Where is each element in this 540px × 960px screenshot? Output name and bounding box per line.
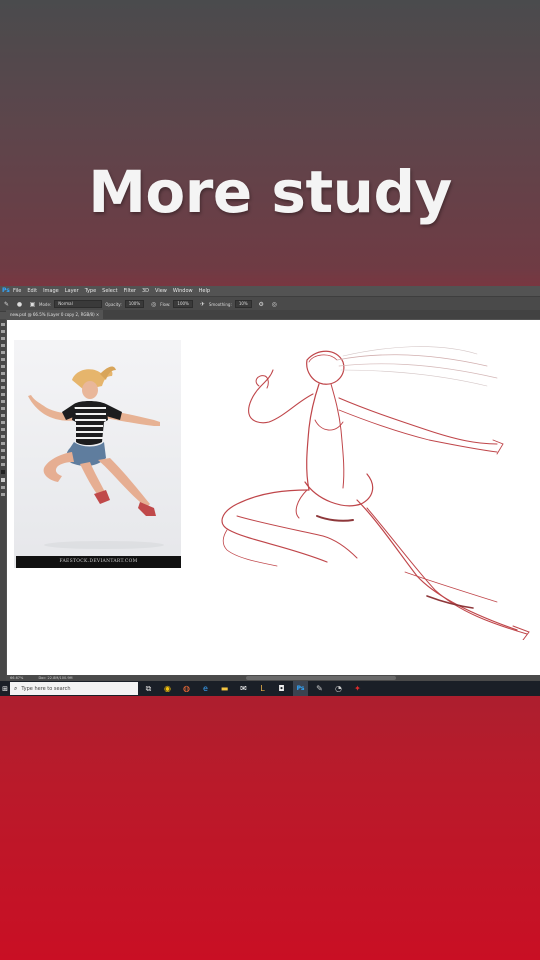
brush-preset-icon[interactable]: ● (16, 301, 23, 308)
edge-icon[interactable]: e (198, 681, 213, 696)
eyedropper-tool-icon[interactable] (1, 358, 5, 361)
menu-bar: Ps File Edit Image Layer Type Select Fil… (0, 286, 540, 296)
doc-size: Doc: 22.8M/100.9M (38, 676, 73, 680)
dodge-tool-icon[interactable] (1, 414, 5, 417)
photoshop-taskbar-icon[interactable]: Ps (293, 680, 308, 696)
opacity-label: Opacity: (105, 301, 122, 307)
hand-tool-icon[interactable] (1, 449, 5, 452)
mail-icon[interactable]: ✉ (236, 681, 251, 696)
smoothing-label: Smoothing: (208, 301, 232, 307)
background-color-swatch[interactable] (1, 478, 5, 482)
menu-type[interactable]: Type (85, 288, 96, 294)
document-tab-row: new.psd @ 66.5% (Layer 0 copy 2, RGB/8) … (6, 310, 540, 319)
lasso-tool-icon[interactable] (1, 337, 5, 340)
gesture-sketch-drawing (221, 346, 530, 640)
pressure-size-icon[interactable]: ◎ (271, 301, 278, 308)
photoshop-logo-icon: Ps (2, 287, 10, 294)
healing-tool-icon[interactable] (1, 365, 5, 368)
document-canvas[interactable]: FAESTOCK.DEVIANTART.COM (7, 320, 540, 675)
taskbar-search-box[interactable]: ⌕ Type here to search (10, 682, 138, 695)
brush-panel-icon[interactable]: ▣ (29, 301, 36, 308)
menu-view[interactable]: View (155, 288, 167, 294)
smoothing-field[interactable]: 10% (234, 300, 252, 308)
mode-select[interactable]: Normal (54, 300, 103, 308)
quick-select-tool-icon[interactable] (1, 344, 5, 347)
clock-icon[interactable]: ◔ (331, 681, 346, 696)
move-tool-icon[interactable] (1, 323, 5, 326)
eraser-tool-icon[interactable] (1, 393, 5, 396)
flow-field[interactable]: 100% (173, 300, 193, 308)
caption-title: More study (88, 158, 452, 226)
quick-mask-icon[interactable] (1, 486, 5, 489)
windows-taskbar: ⊞ ⌕ Type here to search ⧉ ◉ ◍ e ▬ ✉ L ◘ … (0, 680, 540, 696)
zoom-tool-icon[interactable] (1, 456, 5, 459)
path-select-tool-icon[interactable] (1, 435, 5, 438)
zoom-level[interactable]: 66.67% (10, 676, 23, 680)
airbrush-icon[interactable]: ✈ (199, 301, 206, 308)
menu-help[interactable]: Help (199, 288, 210, 294)
marquee-tool-icon[interactable] (1, 330, 5, 333)
stamp-tool-icon[interactable] (1, 379, 5, 382)
menu-window[interactable]: Window (173, 288, 193, 294)
opacity-field[interactable]: 100% (124, 300, 145, 308)
horizontal-scrollbar[interactable] (246, 676, 396, 680)
blur-tool-icon[interactable] (1, 407, 5, 410)
menu-select[interactable]: Select (102, 288, 117, 294)
brush-tool-icon[interactable] (1, 372, 5, 375)
gradient-tool-icon[interactable] (1, 400, 5, 403)
reference-photo: FAESTOCK.DEVIANTART.COM (14, 340, 181, 568)
type-tool-icon[interactable] (1, 428, 5, 431)
jumping-woman-photo (28, 366, 164, 549)
tools-panel (0, 319, 6, 681)
windows-start-icon[interactable]: ⊞ (0, 681, 10, 696)
menu-layer[interactable]: Layer (65, 288, 79, 294)
foreground-color-swatch[interactable] (1, 470, 5, 474)
menu-file[interactable]: File (13, 288, 21, 294)
search-placeholder: Type here to search (21, 685, 71, 692)
search-icon: ⌕ (14, 684, 18, 692)
mode-label: Mode: (39, 301, 52, 307)
camera-icon[interactable]: ◘ (274, 681, 289, 696)
menu-edit[interactable]: Edit (27, 288, 37, 294)
gear-icon[interactable]: ⚙ (258, 301, 265, 308)
acrobat-icon[interactable]: ✦ (350, 681, 365, 696)
pressure-opacity-icon[interactable]: ◎ (150, 301, 157, 308)
brush-tool-icon[interactable]: ✎ (3, 301, 10, 308)
screen-mode-icon[interactable] (1, 493, 5, 496)
photoshop-window: Ps File Edit Image Layer Type Select Fil… (0, 286, 540, 696)
menu-image[interactable]: Image (43, 288, 59, 294)
pen-tool-icon[interactable] (1, 421, 5, 424)
firefox-icon[interactable]: ◍ (179, 681, 194, 696)
paint-icon[interactable]: ✎ (312, 681, 327, 696)
flow-label: Flow: (160, 301, 171, 307)
task-view-icon[interactable]: ⧉ (141, 681, 156, 696)
history-brush-tool-icon[interactable] (1, 386, 5, 389)
shape-tool-icon[interactable] (1, 442, 5, 445)
file-explorer-icon[interactable]: ▬ (217, 681, 232, 696)
crop-tool-icon[interactable] (1, 351, 5, 354)
menu-3d[interactable]: 3D (142, 288, 149, 294)
store-icon[interactable]: L (255, 681, 270, 696)
chrome-icon[interactable]: ◉ (160, 681, 175, 696)
document-tab[interactable]: new.psd @ 66.5% (Layer 0 copy 2, RGB/8) … (6, 310, 104, 319)
more-tools-icon[interactable] (1, 463, 5, 466)
menu-filter[interactable]: Filter (124, 288, 136, 294)
photo-credit-watermark: FAESTOCK.DEVIANTART.COM (16, 556, 181, 568)
